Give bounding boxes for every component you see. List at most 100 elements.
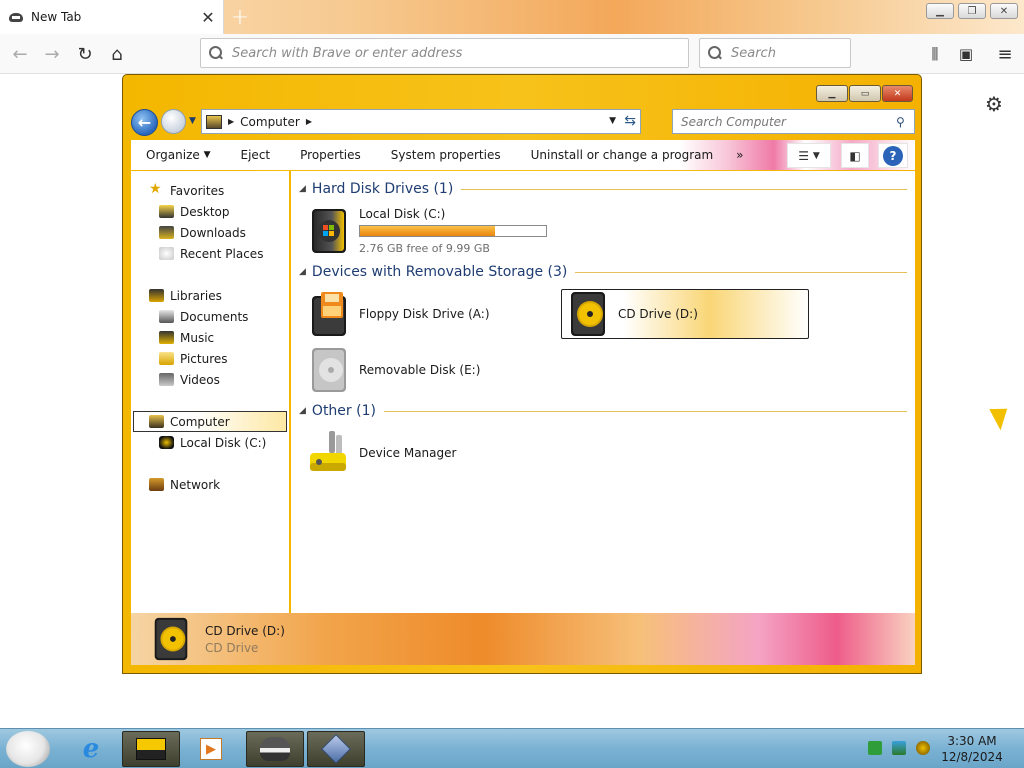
browser-close-button[interactable]: ✕ bbox=[990, 3, 1018, 19]
action-center-flag-icon[interactable] bbox=[868, 741, 882, 755]
floppy-drive-icon bbox=[312, 292, 346, 336]
nav-music[interactable]: Music bbox=[159, 327, 214, 348]
explorer-search-input[interactable] bbox=[681, 114, 896, 129]
group-removable-storage[interactable]: ◢ Devices with Removable Storage (3) bbox=[299, 262, 907, 282]
local-disk-free-space: 2.76 GB free of 9.99 GB bbox=[359, 242, 490, 255]
nav-desktop-label: Desktop bbox=[180, 204, 230, 219]
desktop-icon bbox=[159, 205, 174, 218]
nav-computer[interactable]: Computer bbox=[133, 411, 287, 432]
explorer-search-box[interactable]: ⚲ bbox=[672, 109, 915, 134]
new-tab-button[interactable]: + bbox=[226, 3, 254, 31]
preview-pane-button[interactable]: ◧ bbox=[841, 143, 869, 168]
refresh-icon[interactable]: ⇆ bbox=[624, 113, 636, 129]
help-button[interactable]: ? bbox=[878, 143, 908, 168]
group-removable-label: Devices with Removable Storage (3) bbox=[311, 264, 568, 280]
sidebar-icon[interactable]: ▣ bbox=[952, 40, 980, 68]
home-icon[interactable]: ⌂ bbox=[103, 40, 131, 68]
address-dropdown-icon[interactable]: ▼ bbox=[609, 116, 616, 126]
tab-close-icon[interactable]: ✕ bbox=[197, 6, 219, 28]
menu-icon[interactable]: ≡ bbox=[991, 40, 1019, 68]
star-icon: ★ bbox=[149, 181, 162, 197]
organize-menu-button[interactable]: Organize ▼ bbox=[131, 140, 226, 170]
browser-minimize-button[interactable]: ▁ bbox=[926, 3, 954, 19]
volume-tray-icon[interactable] bbox=[916, 741, 930, 755]
group-other-label: Other (1) bbox=[311, 403, 376, 419]
drive-removable-e[interactable]: Removable Disk (E:) bbox=[307, 345, 547, 395]
nav-videos[interactable]: Videos bbox=[159, 369, 220, 390]
taskbar-virtualbox[interactable] bbox=[307, 731, 365, 767]
navigation-pane: ★ Favorites Desktop Downloads Recent Plac… bbox=[131, 171, 289, 613]
system-properties-button[interactable]: System properties bbox=[376, 140, 516, 170]
taskbar-brave-browser[interactable] bbox=[246, 731, 304, 767]
explorer-maximize-button[interactable]: ▭ bbox=[849, 85, 881, 102]
tab-title: New Tab bbox=[31, 10, 82, 24]
recent-places-icon bbox=[159, 247, 174, 260]
uninstall-program-button[interactable]: Uninstall or change a program bbox=[516, 140, 729, 170]
browser-tab-new-tab[interactable]: New Tab ✕ bbox=[0, 0, 224, 34]
chevron-down-icon: ▼ bbox=[812, 150, 820, 161]
nav-documents-label: Documents bbox=[180, 309, 249, 324]
gear-icon[interactable]: ⚙ bbox=[983, 92, 1005, 116]
clock-date: 12/8/2024 bbox=[941, 750, 1003, 764]
taskbar-clock[interactable]: 3:30 AM 12/8/2024 bbox=[930, 733, 1014, 765]
back-arrow-icon[interactable]: ← bbox=[6, 40, 34, 68]
item-device-manager[interactable]: Device Manager bbox=[307, 428, 547, 478]
taskbar-media-player[interactable]: ▶ bbox=[182, 731, 240, 767]
nav-local-disk[interactable]: Local Disk (C:) bbox=[159, 432, 266, 453]
collapse-triangle-icon[interactable]: ◢ bbox=[299, 406, 306, 416]
search-icon[interactable]: ⚲ bbox=[896, 115, 914, 129]
collapse-triangle-icon[interactable]: ◢ bbox=[299, 267, 306, 277]
details-pane: CD Drive (D:) CD Drive bbox=[131, 613, 915, 665]
brave-lion-icon bbox=[260, 737, 290, 761]
group-other[interactable]: ◢ Other (1) bbox=[299, 401, 907, 421]
explorer-back-button[interactable]: ← bbox=[131, 109, 158, 136]
group-hard-disk-drives[interactable]: ◢ Hard Disk Drives (1) bbox=[299, 179, 907, 199]
nav-pictures[interactable]: Pictures bbox=[159, 348, 228, 369]
start-button[interactable] bbox=[6, 731, 50, 767]
nav-libraries[interactable]: Libraries bbox=[149, 285, 222, 306]
search-icon bbox=[708, 46, 722, 60]
drive-cd-d[interactable]: CD Drive (D:) bbox=[561, 289, 809, 339]
more-commands-button[interactable]: » bbox=[728, 140, 751, 170]
taskbar-internet-explorer[interactable]: e bbox=[62, 731, 120, 767]
explorer-forward-button[interactable] bbox=[161, 109, 186, 134]
nav-documents[interactable]: Documents bbox=[159, 306, 248, 327]
nav-desktop[interactable]: Desktop bbox=[159, 201, 230, 222]
browser-search-bar[interactable] bbox=[699, 38, 899, 68]
nav-favorites-label: Favorites bbox=[170, 183, 225, 198]
library-icon[interactable]: ⫼ bbox=[921, 40, 949, 68]
help-icon: ? bbox=[883, 145, 903, 166]
change-view-button[interactable]: ☰ ▼ bbox=[787, 143, 831, 168]
disk-usage-bar bbox=[359, 225, 547, 237]
nav-downloads[interactable]: Downloads bbox=[159, 222, 246, 243]
breadcrumb-chevron-icon[interactable]: ▶ bbox=[306, 117, 312, 126]
network-tray-icon[interactable] bbox=[892, 741, 906, 755]
nav-recent-places[interactable]: Recent Places bbox=[159, 243, 263, 264]
explorer-close-button[interactable]: ✕ bbox=[882, 85, 913, 102]
floppy-drive-name: Floppy Disk Drive (A:) bbox=[359, 307, 490, 321]
reload-icon[interactable]: ↻ bbox=[71, 40, 99, 68]
properties-button[interactable]: Properties bbox=[285, 140, 376, 170]
collapse-triangle-icon[interactable]: ◢ bbox=[299, 184, 306, 194]
taskbar-file-explorer[interactable] bbox=[122, 731, 180, 767]
url-bar[interactable] bbox=[200, 38, 689, 68]
organize-label: Organize bbox=[146, 148, 200, 162]
drive-local-disk-c[interactable]: Local Disk (C:) 2.76 GB free of 9.99 GB bbox=[307, 206, 587, 256]
url-input[interactable] bbox=[232, 45, 688, 61]
browser-search-input[interactable] bbox=[731, 45, 899, 61]
forward-arrow-icon[interactable]: → bbox=[38, 40, 66, 68]
address-bar[interactable]: ▶ Computer ▶ ▼ ⇆ bbox=[201, 109, 641, 134]
breadcrumb-chevron-icon[interactable]: ▶ bbox=[228, 117, 234, 126]
details-item-type: CD Drive bbox=[205, 640, 259, 655]
details-text: CD Drive (D:) CD Drive bbox=[205, 624, 285, 655]
computer-icon bbox=[206, 114, 222, 129]
group-divider bbox=[461, 188, 907, 190]
nav-favorites[interactable]: ★ Favorites bbox=[149, 180, 224, 201]
explorer-minimize-button[interactable]: ▁ bbox=[816, 85, 848, 102]
browser-restore-button[interactable]: ❐ bbox=[958, 3, 986, 19]
nav-network[interactable]: Network bbox=[149, 474, 220, 495]
breadcrumb-computer[interactable]: Computer bbox=[240, 115, 300, 129]
drive-floppy-a[interactable]: Floppy Disk Drive (A:) bbox=[307, 289, 547, 339]
recent-pages-dropdown-icon[interactable]: ▼ bbox=[189, 116, 199, 126]
eject-button[interactable]: Eject bbox=[226, 140, 286, 170]
